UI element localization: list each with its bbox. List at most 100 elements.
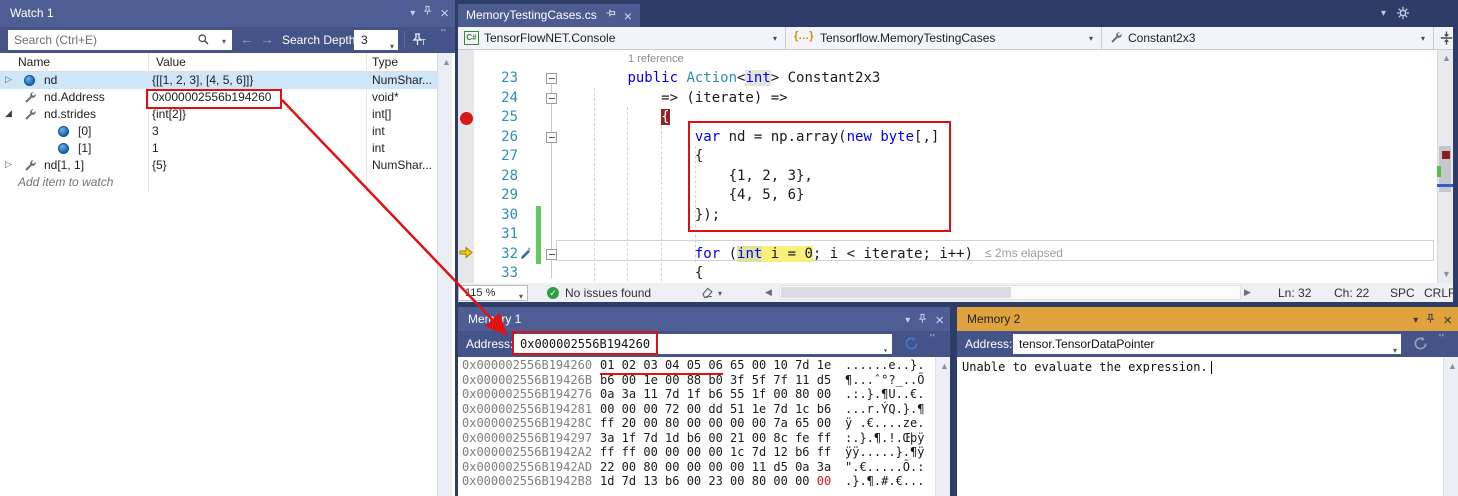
watch-scrollbar[interactable]: ▲ (437, 53, 452, 496)
tab-pin-icon[interactable] (605, 4, 616, 27)
chevron-down-icon: ▾ (1421, 34, 1425, 43)
memory2-address-input[interactable]: tensor.TensorDataPointer ▾ (1013, 334, 1401, 354)
memory-hex-bytes[interactable]: 00 00 00 72 00 dd 51 1e 7d 1c b6 (600, 402, 831, 416)
fold-collapse-icon[interactable] (546, 73, 557, 84)
memory2-content[interactable] (957, 357, 1458, 496)
breakpoint-icon[interactable] (460, 112, 473, 125)
pin-icon[interactable] (917, 309, 928, 333)
chevron-down-icon[interactable]: ▾ (718, 289, 722, 298)
column-header-name[interactable]: Name (18, 55, 50, 69)
member-dropdown[interactable]: Constant2x3 ▾ (1102, 27, 1434, 49)
close-icon[interactable]: × (1443, 313, 1452, 328)
gear-icon[interactable] (1396, 6, 1410, 25)
editor-horizontal-scrollbar[interactable] (779, 285, 1241, 300)
pin-to-source-icon[interactable]: T (411, 32, 427, 53)
perf-tip[interactable]: ≤ 2ms elapsed (985, 246, 1063, 260)
panel-splitter[interactable] (455, 0, 458, 302)
search-depth-select[interactable]: 3 ▾ (354, 30, 398, 50)
search-icon[interactable] (197, 33, 210, 51)
expander-expanded-icon[interactable]: ◢ (5, 108, 12, 119)
watch-type: int (372, 141, 385, 155)
watch-value[interactable]: {[[1, 2, 3], [4, 5, 6]]} (152, 73, 253, 87)
scroll-right-icon[interactable]: ▶ (1244, 287, 1251, 298)
scroll-down-icon[interactable]: ▼ (1442, 269, 1451, 279)
scroll-up-icon[interactable]: ▲ (940, 361, 949, 371)
memory-hex-bytes[interactable]: 3a 1f 7d 1d b6 00 21 00 8c fe ff (600, 431, 831, 445)
scroll-left-icon[interactable]: ◀ (765, 287, 772, 298)
fold-collapse-icon[interactable] (546, 93, 557, 104)
window-menu-icon[interactable]: ▾ (1413, 309, 1418, 333)
eraser-icon[interactable] (700, 286, 714, 302)
column-header-type[interactable]: Type (372, 55, 398, 69)
health-check-icon[interactable]: ✓ (547, 287, 559, 299)
memory1-scrollbar[interactable]: ▲ (935, 357, 950, 496)
pin-icon[interactable] (1425, 309, 1436, 333)
watch-value[interactable]: {5} (152, 158, 167, 172)
document-list-caret-icon[interactable]: ▾ (1381, 8, 1386, 19)
scroll-up-icon[interactable]: ▲ (1442, 53, 1451, 63)
memory-ascii: .}.¶.#.€... (845, 474, 924, 488)
zoom-select[interactable]: 115 % ▾ (458, 285, 528, 301)
scroll-up-icon[interactable]: ▲ (442, 57, 451, 67)
address-label: Address: (466, 337, 513, 351)
code-line: { (560, 264, 973, 284)
search-input[interactable]: Search (Ctrl+E) ▾ (8, 30, 232, 50)
close-icon[interactable]: × (935, 313, 944, 328)
memory2-message: Unable to evaluate the expression. (962, 360, 1212, 374)
line-number: 31 (474, 225, 518, 245)
line-number: 28 (474, 167, 518, 187)
watch-row[interactable]: ▷nd{[[1, 2, 3], [4, 5, 6]]}NumShar... (0, 72, 437, 89)
memory2-scrollbar[interactable]: ▲ (1443, 357, 1458, 496)
tab-label: MemoryTestingCases.cs (466, 4, 597, 27)
memory-ascii: :.}.¶.!.Œþÿ (845, 431, 924, 445)
memory-address: 0x000002556B19428C (462, 416, 592, 430)
type-name: Tensorflow.MemoryTestingCases (820, 31, 995, 45)
memory-hex-bytes[interactable]: b6 00 1e 00 88 b0 3f 5f 7f 11 d5 (600, 373, 831, 387)
fold-collapse-icon[interactable] (546, 249, 557, 260)
search-next-icon[interactable]: → (260, 31, 274, 47)
column-header-value[interactable]: Value (156, 55, 186, 69)
memory-hex-bytes[interactable]: ff 20 00 80 00 00 00 00 7a 65 00 (600, 416, 831, 430)
watch-row[interactable]: ▷nd[1, 1]{5}NumShar... (0, 157, 437, 174)
scroll-up-icon[interactable]: ▲ (1448, 361, 1457, 371)
watch-row[interactable]: [0]3int (0, 123, 437, 140)
scrollbar-thumb[interactable] (781, 287, 1011, 298)
memory-ascii: ...r.ÝQ.}.¶ (845, 402, 924, 416)
memory-hex-bytes[interactable]: 0a 3a 11 7d 1f b6 55 1f 00 80 00 (600, 387, 831, 401)
search-prev-icon[interactable]: ← (240, 31, 254, 47)
code-line: => (iterate) => (560, 89, 973, 109)
tab-memorytestingcases[interactable]: MemoryTestingCases.cs × (458, 4, 640, 27)
issues-label[interactable]: No issues found (565, 286, 651, 300)
add-item-label[interactable]: Add item to watch (18, 175, 113, 189)
toolbar-overflow-icon[interactable]: '' (1439, 333, 1445, 344)
memory-address: 0x000002556B1942AD (462, 460, 592, 474)
watch-value[interactable]: 1 (152, 141, 159, 155)
memory-hex-bytes[interactable]: 01 02 03 04 05 06 65 00 10 7d 1e (600, 358, 831, 372)
watch-row[interactable]: [1]1int (0, 140, 437, 157)
split-window-icon[interactable] (1439, 30, 1454, 51)
memory-hex-bytes[interactable]: 1d 7d 13 b6 00 23 00 80 00 00 00 (600, 474, 831, 488)
type-dropdown[interactable]: {…} Tensorflow.MemoryTestingCases ▾ (786, 27, 1102, 49)
expander-collapsed-icon[interactable]: ▷ (5, 159, 12, 170)
window-menu-icon[interactable]: ▾ (905, 309, 910, 333)
project-name: TensorFlowNET.Console (484, 31, 615, 45)
expander-collapsed-icon[interactable]: ▷ (5, 74, 12, 85)
search-options-caret-icon[interactable]: ▾ (222, 37, 226, 46)
refresh-icon[interactable] (904, 336, 919, 356)
search-placeholder: Search (Ctrl+E) (14, 33, 97, 47)
panel-splitter[interactable] (950, 307, 957, 496)
watch-value[interactable]: {int[2]} (152, 107, 186, 121)
close-icon[interactable]: × (440, 6, 449, 21)
codelens-references[interactable]: 1 reference (628, 53, 684, 65)
window-menu-icon[interactable]: ▾ (410, 0, 415, 27)
watch-add-row[interactable]: Add item to watch (0, 174, 437, 191)
toolbar-overflow-icon[interactable]: '' (930, 333, 936, 344)
fold-collapse-icon[interactable] (546, 132, 557, 143)
toolbar-overflow-icon[interactable]: '' (441, 28, 447, 39)
memory-hex-bytes[interactable]: ff ff 00 00 00 00 1c 7d 12 b6 ff (600, 445, 831, 459)
project-dropdown[interactable]: C# TensorFlowNET.Console ▾ (458, 27, 786, 49)
watch-value[interactable]: 3 (152, 124, 159, 138)
tab-close-icon[interactable]: × (624, 9, 632, 23)
memory-hex-bytes[interactable]: 22 00 80 00 00 00 00 11 d5 0a 3a (600, 460, 831, 474)
pin-icon[interactable] (422, 0, 433, 27)
